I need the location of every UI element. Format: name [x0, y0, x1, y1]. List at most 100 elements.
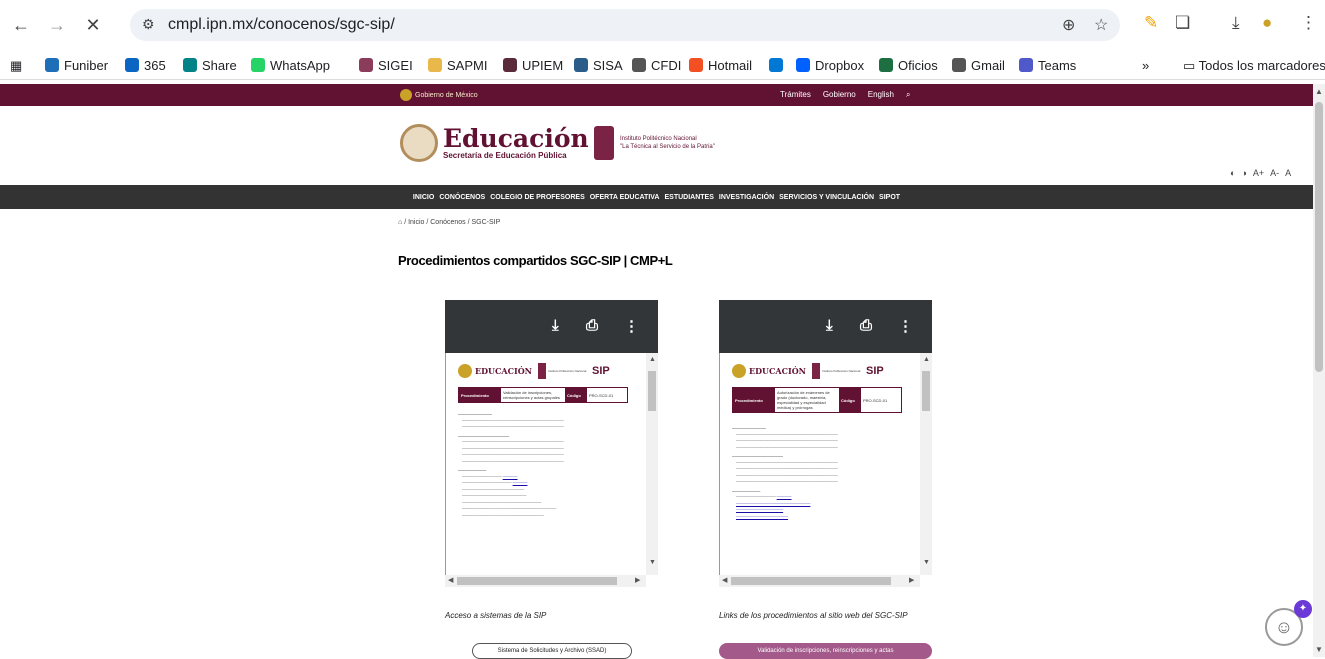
menu-kebab-icon[interactable]: ⋮: [1300, 13, 1317, 33]
download-icon[interactable]: ⤓: [1232, 13, 1240, 33]
bookmark-whatsapp[interactable]: WhatsApp: [251, 58, 330, 73]
scroll-down-icon[interactable]: ▼: [923, 559, 930, 566]
stop-icon[interactable]: ✕: [82, 14, 104, 36]
bookmark-favicon: [1019, 58, 1033, 72]
bookmark-oficios[interactable]: Oficios: [879, 58, 938, 73]
nav-colegio-profesores[interactable]: COLEGIO DE PROFESORES: [490, 194, 585, 201]
contrast-icon[interactable]: ◑: [1241, 168, 1246, 178]
profile-avatar-icon[interactable]: ●: [1262, 13, 1272, 33]
back-icon[interactable]: ←: [10, 14, 32, 36]
doc-ipn-text: Instituto Politécnico Nacional: [821, 369, 861, 373]
bookmark-sapmi[interactable]: SAPMI: [428, 58, 487, 73]
search-icon[interactable]: ⌕: [906, 90, 910, 100]
more-bookmarks-icon[interactable]: »: [1142, 58, 1149, 73]
bookmark-label: SISA: [593, 58, 623, 73]
bookmark-dropbox[interactable]: Dropbox: [796, 58, 864, 73]
doc-line: ────────────────────────────────────────…: [736, 460, 838, 465]
scroll-up-icon[interactable]: ▲: [1315, 87, 1323, 96]
scroll-down-icon[interactable]: ▼: [649, 559, 656, 566]
doc-line: ────────────────────────────────────────…: [736, 467, 838, 471]
all-bookmarks-label: Todos los marcadores: [1198, 58, 1325, 73]
audio-icon[interactable]: ◐: [1230, 168, 1235, 178]
bookmark-star-icon[interactable]: ☆: [1094, 15, 1108, 35]
scrollbar-thumb[interactable]: [648, 371, 656, 411]
font-increase-button[interactable]: A+: [1253, 168, 1264, 178]
bookmark-365[interactable]: 365: [125, 58, 166, 73]
scroll-down-icon[interactable]: ▼: [1315, 645, 1323, 654]
pdf-horizontal-scrollbar[interactable]: ◀ ▶: [445, 575, 646, 587]
bookmark-share[interactable]: Share: [183, 58, 237, 73]
ipn-logo[interactable]: Instituto Politécnico Nacional "La Técni…: [594, 126, 715, 160]
sep-logo[interactable]: Educación Secretaría de Educación Públic…: [400, 124, 589, 162]
bookmark-sigei[interactable]: SIGEI: [359, 58, 413, 73]
bookmark-favicon: [632, 58, 646, 72]
bookmark-label: Share: [202, 58, 237, 73]
bookmark-sisa[interactable]: SISA: [574, 58, 623, 73]
bookmark-teams[interactable]: Teams: [1019, 58, 1076, 73]
bookmark-funiber[interactable]: Funiber: [45, 58, 108, 73]
pdf-vertical-scrollbar[interactable]: ▲ ▼: [646, 353, 658, 575]
scroll-left-icon[interactable]: ◀: [722, 576, 727, 584]
print-icon[interactable]: ⎙: [860, 317, 872, 334]
all-bookmarks-folder[interactable]: ▭ Todos los marcadores: [1183, 58, 1325, 74]
extensions-puzzle-icon[interactable]: ❏: [1175, 13, 1190, 33]
forward-icon[interactable]: →: [46, 14, 68, 36]
pdf-toolbar: ⤓ ⎙ ⋮: [445, 300, 658, 353]
extension-icon[interactable]: ✎: [1144, 13, 1158, 33]
bookmark-cfdi[interactable]: CFDI: [632, 58, 681, 73]
scroll-right-icon[interactable]: ▶: [909, 576, 914, 584]
download-icon[interactable]: ⤓: [552, 317, 559, 334]
scroll-right-icon[interactable]: ▶: [635, 576, 640, 584]
more-options-icon[interactable]: ⋮: [898, 317, 913, 335]
bookmark-upiem[interactable]: UPIEM: [503, 58, 563, 73]
nav-inicio[interactable]: INICIO: [413, 194, 434, 201]
pdf-viewer-2[interactable]: ⤓ ⎙ ⋮ EDUCACIÓN Instituto Politécnico Na…: [719, 300, 932, 591]
nav-sipot[interactable]: SIPOT: [879, 194, 900, 201]
english-link[interactable]: English: [868, 90, 894, 100]
scroll-up-icon[interactable]: ▲: [649, 356, 656, 363]
print-icon[interactable]: ⎙: [586, 317, 598, 334]
pdf-page[interactable]: EDUCACIÓN Instituto Politécnico Nacional…: [445, 353, 646, 575]
sep-seal-icon: [400, 124, 438, 162]
gobierno-link[interactable]: Gobierno: [823, 90, 856, 100]
scrollbar-thumb[interactable]: [457, 577, 617, 585]
more-options-icon[interactable]: ⋮: [624, 317, 639, 335]
bookmark-gmail[interactable]: Gmail: [952, 58, 1005, 73]
pdf-viewer-1[interactable]: ⤓ ⎙ ⋮ EDUCACIÓN Instituto Politécnico Na…: [445, 300, 658, 591]
page-scrollbar[interactable]: ▲ ▼: [1313, 84, 1325, 657]
scroll-left-icon[interactable]: ◀: [448, 576, 453, 584]
browser-toolbar: ← → ✕ ⚙ cmpl.ipn.mx/conocenos/sgc-sip/ ⊕…: [0, 0, 1325, 50]
scrollbar-thumb[interactable]: [1315, 102, 1323, 372]
pdf-vertical-scrollbar[interactable]: ▲ ▼: [920, 353, 932, 575]
scroll-up-icon[interactable]: ▲: [923, 356, 930, 363]
scrollbar-thumb[interactable]: [731, 577, 891, 585]
nav-estudiantes[interactable]: ESTUDIANTES: [664, 194, 713, 201]
home-icon[interactable]: ⌂: [398, 219, 402, 226]
breadcrumb-path[interactable]: / Inicio / Conócenos / SGC-SIP: [404, 219, 500, 226]
scrollbar-thumb[interactable]: [922, 371, 930, 411]
proc-value: Validación de inscripciones, reinscripci…: [503, 390, 560, 400]
pdf-horizontal-scrollbar[interactable]: ◀ ▶: [719, 575, 920, 587]
font-decrease-button[interactable]: A-: [1270, 168, 1279, 178]
nav-servicios-vinculacion[interactable]: SERVICIOS Y VINCULACIÓN: [779, 194, 874, 201]
url-text[interactable]: cmpl.ipn.mx/conocenos/sgc-sip/: [168, 16, 395, 34]
font-reset-button[interactable]: A: [1285, 168, 1291, 178]
bookmark-favicon: [879, 58, 893, 72]
tramites-link[interactable]: Trámites: [780, 90, 811, 100]
nav-oferta-educativa[interactable]: OFERTA EDUCATIVA: [590, 194, 660, 201]
pdf-page[interactable]: EDUCACIÓN Instituto Politécnico Nacional…: [719, 353, 920, 575]
bookmark-hotmail[interactable]: Hotmail: [689, 58, 752, 73]
download-icon[interactable]: ⤓: [826, 317, 833, 334]
nav-investigacion[interactable]: INVESTIGACIÓN: [719, 194, 774, 201]
site-info-icon[interactable]: ⚙: [142, 16, 155, 33]
zoom-icon[interactable]: ⊕: [1062, 15, 1075, 35]
address-bar[interactable]: ⚙ cmpl.ipn.mx/conocenos/sgc-sip/ ⊕ ☆: [130, 9, 1120, 41]
bookmark-label: CFDI: [651, 58, 682, 73]
gob-mx-logo[interactable]: Gobierno de México: [400, 89, 478, 101]
doc-line: ────────────────────────────────────────…: [736, 473, 838, 478]
chat-badge-icon[interactable]: ✦: [1294, 600, 1312, 618]
bookmark-outlook[interactable]: [769, 58, 788, 73]
apps-grid-icon[interactable]: ▦: [10, 58, 22, 74]
nav-conocenos[interactable]: CONÓCENOS: [439, 194, 485, 201]
ipn-shield-icon: [594, 126, 614, 160]
